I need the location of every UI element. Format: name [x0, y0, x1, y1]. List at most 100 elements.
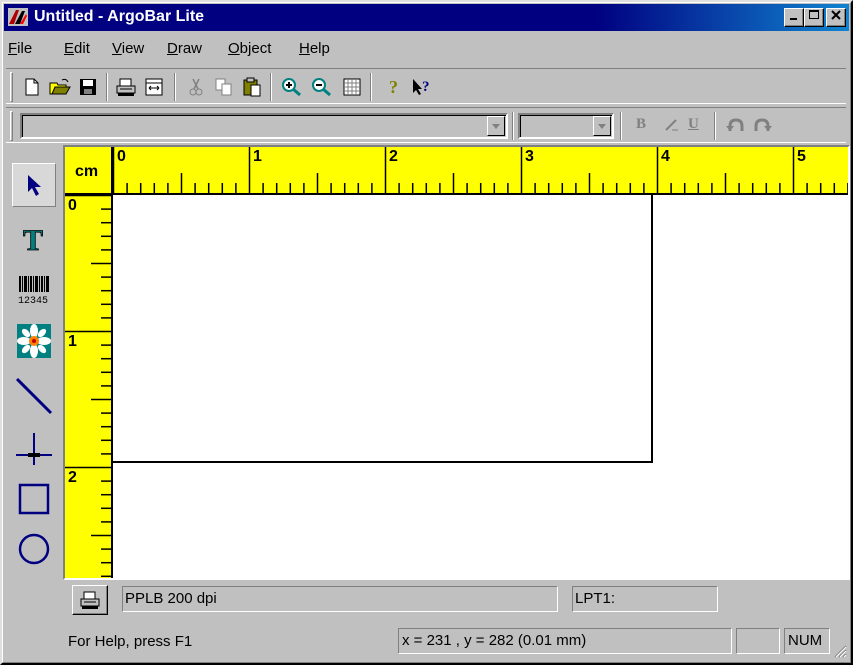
ellipse-tool[interactable]: [12, 527, 56, 571]
printer-setup-button[interactable]: [72, 585, 108, 615]
select-tool[interactable]: [12, 163, 56, 207]
menu-file-label: ile: [17, 40, 33, 57]
underline-button[interactable]: U: [688, 116, 699, 133]
open-button[interactable]: [48, 75, 72, 99]
context-help-icon: ?: [413, 79, 430, 95]
toolbar-grip[interactable]: [10, 111, 13, 141]
status-empty-panel: [736, 628, 780, 654]
menu-draw-mnemonic: D: [167, 40, 178, 57]
chevron-down-icon: [492, 123, 500, 129]
font-name-dropdown-button[interactable]: [487, 116, 505, 136]
menu-object-mnemonic: O: [228, 40, 240, 57]
toolbar-separator: [512, 112, 514, 140]
zoom-in-button[interactable]: [280, 75, 304, 99]
ruler-h-label-5: 5: [797, 148, 806, 165]
printer-model-field: PPLB 200 dpi: [122, 586, 558, 612]
paste-button[interactable]: [240, 75, 264, 99]
rotate-left-button[interactable]: [724, 114, 748, 138]
rotate-right-icon: [754, 118, 772, 131]
font-name-combo[interactable]: [20, 113, 508, 139]
cut-button[interactable]: [184, 75, 208, 99]
menu-help-label: elp: [309, 40, 330, 57]
new-file-icon: [25, 78, 39, 96]
grid-button[interactable]: [340, 75, 364, 99]
standard-toolbar: ? ?: [6, 68, 846, 104]
copy-button[interactable]: [212, 75, 236, 99]
page-setup-button[interactable]: [142, 75, 166, 99]
rotate-left-icon: [726, 118, 744, 131]
maximize-button[interactable]: [804, 8, 824, 27]
font-size-combo[interactable]: [518, 113, 614, 139]
menu-edit[interactable]: Edit: [64, 40, 90, 57]
svg-text:T: T: [23, 224, 43, 255]
svg-text:?: ?: [389, 77, 398, 97]
menu-file[interactable]: File: [8, 40, 32, 57]
bold-button[interactable]: B: [636, 116, 646, 133]
text-tool[interactable]: T: [12, 217, 56, 261]
resize-grip-icon[interactable]: [833, 644, 847, 658]
italic-button[interactable]: [662, 116, 680, 137]
ruler-h-label-0: 0: [117, 148, 126, 165]
title-bar[interactable]: Untitled - ArgoBar Lite: [4, 4, 849, 31]
menu-view[interactable]: View: [112, 40, 144, 57]
save-icon: [80, 79, 96, 95]
rectangle-tool-icon: [18, 483, 50, 515]
design-canvas[interactable]: cm 0 1 2 3 4 5 0 1 2: [63, 145, 850, 580]
rotate-right-button[interactable]: [750, 114, 774, 138]
ruler-unit-label: cm: [75, 163, 99, 180]
label-area[interactable]: [113, 195, 653, 463]
menu-object[interactable]: Object: [228, 40, 271, 57]
status-bar: For Help, press F1 x = 231 , y = 282 (0.…: [6, 624, 849, 660]
status-help-text: For Help, press F1: [68, 633, 193, 650]
menu-edit-mnemonic: E: [64, 40, 75, 57]
toolbar-separator: [270, 73, 272, 101]
ruler-corner: cm: [65, 147, 113, 195]
ruler-h-label-1: 1: [253, 148, 262, 165]
rectangle-tool[interactable]: [12, 477, 56, 521]
zoom-out-icon: [312, 78, 331, 97]
toolbar-separator: [174, 73, 176, 101]
context-help-button[interactable]: ?: [410, 75, 434, 99]
image-tool[interactable]: [12, 319, 56, 363]
print-icon: [116, 78, 136, 96]
open-folder-icon: [49, 78, 71, 95]
printer-port-field: LPT1:: [572, 586, 718, 612]
save-button[interactable]: [76, 75, 100, 99]
help-icon: ?: [389, 77, 398, 97]
menu-edit-label: dit: [74, 40, 90, 57]
app-window: Untitled - ArgoBar Lite File Edit View D…: [0, 0, 853, 665]
menu-bar: File Edit View Draw Object Help: [4, 33, 849, 63]
zoom-out-button[interactable]: [310, 75, 334, 99]
tool-palette: T 12345: [6, 147, 62, 577]
toolbar-separator: [370, 73, 372, 101]
barcode-tool-icon: 12345: [18, 276, 49, 306]
maximize-icon: [809, 10, 819, 19]
barcode-tool[interactable]: 12345: [12, 267, 56, 311]
menu-draw[interactable]: Draw: [167, 40, 202, 57]
print-button[interactable]: [114, 75, 138, 99]
select-arrow-icon: [28, 175, 41, 196]
crosshair-tool[interactable]: [12, 427, 56, 471]
barcode-tool-digits: 12345: [18, 296, 48, 306]
toolbar-grip[interactable]: [10, 72, 13, 102]
menu-view-label: iew: [121, 40, 145, 57]
line-tool[interactable]: [12, 373, 56, 417]
image-tool-icon: [17, 324, 51, 358]
text-tool-icon: T: [23, 224, 44, 255]
copy-icon: [215, 78, 232, 96]
help-button[interactable]: ?: [382, 75, 406, 99]
font-size-dropdown-button[interactable]: [593, 116, 611, 136]
svg-text:?: ?: [422, 79, 430, 95]
menu-file-mnemonic: F: [8, 40, 18, 57]
format-toolbar: B U: [6, 107, 846, 143]
ruler-h-label-2: 2: [389, 148, 398, 165]
printer-bar: PPLB 200 dpi LPT1:: [6, 582, 846, 622]
minimize-button[interactable]: [784, 8, 804, 27]
close-button[interactable]: [826, 8, 846, 27]
menu-help-mnemonic: H: [299, 40, 310, 57]
menu-help[interactable]: Help: [299, 40, 330, 57]
horizontal-ruler: 0 1 2 3 4 5: [113, 147, 848, 195]
num-lock-indicator: NUM: [784, 628, 830, 654]
argobar-app-icon[interactable]: [8, 8, 28, 26]
new-button[interactable]: [20, 75, 44, 99]
